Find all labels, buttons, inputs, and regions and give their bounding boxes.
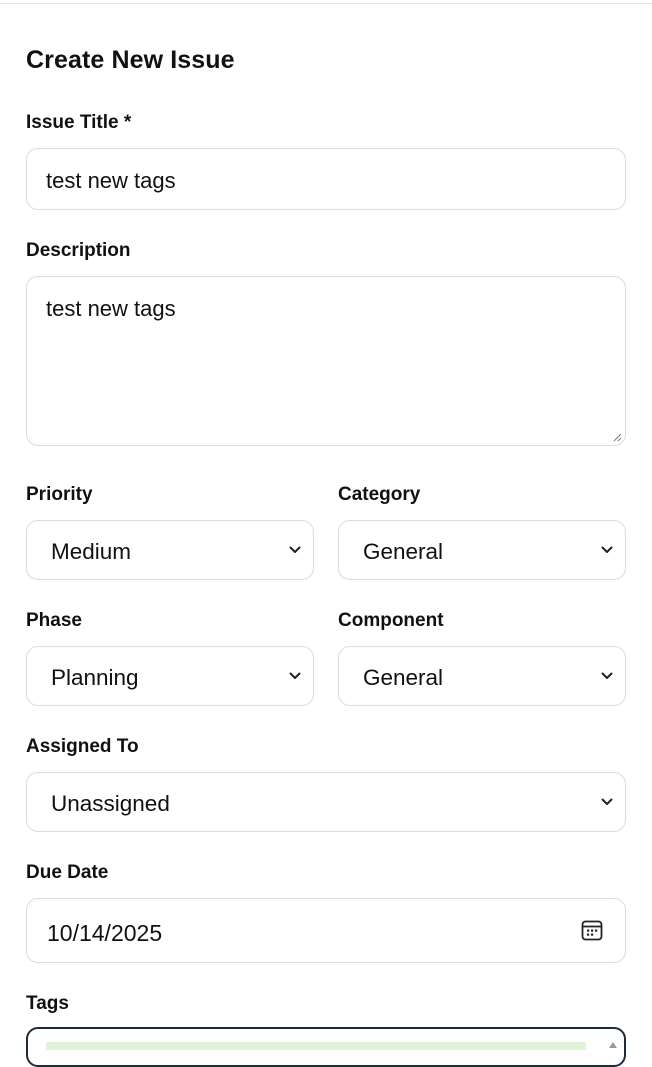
phase-select[interactable]: Planning — [26, 646, 314, 706]
phase-label: Phase — [26, 610, 82, 631]
assigned-to-select[interactable]: Unassigned — [26, 772, 626, 832]
due-date-value: 10/14/2025 — [47, 920, 163, 946]
chevron-down-icon — [601, 546, 613, 553]
issue-title-input[interactable]: test new tags — [26, 148, 626, 210]
priority-select[interactable]: Medium — [26, 520, 314, 580]
category-value: General — [363, 539, 444, 564]
description-label: Description — [26, 240, 131, 261]
description-value: test new tags — [46, 296, 176, 321]
resize-handle-icon[interactable] — [612, 432, 622, 442]
chevron-down-icon — [601, 798, 613, 805]
assigned-to-label: Assigned To — [26, 736, 139, 757]
issue-title-value: test new tags — [46, 168, 176, 193]
chevron-down-icon — [289, 546, 301, 553]
tag-list-highlight — [46, 1042, 586, 1050]
page-title: Create New Issue — [26, 46, 235, 74]
tags-input[interactable] — [26, 1027, 626, 1067]
top-divider — [0, 0, 652, 4]
component-select[interactable]: General — [338, 646, 626, 706]
priority-value: Medium — [51, 539, 132, 564]
component-value: General — [363, 665, 444, 690]
phase-value: Planning — [51, 665, 139, 690]
due-date-input[interactable]: 10/14/2025 — [26, 898, 626, 963]
component-label: Component — [338, 610, 444, 631]
category-select[interactable]: General — [338, 520, 626, 580]
chevron-down-icon — [601, 672, 613, 679]
due-date-label: Due Date — [26, 862, 109, 883]
assigned-to-value: Unassigned — [51, 791, 170, 816]
calendar-icon[interactable] — [581, 919, 603, 941]
issue-title-label: Issue Title * — [26, 112, 132, 133]
priority-label: Priority — [26, 484, 93, 505]
chevron-down-icon — [289, 672, 301, 679]
tags-label: Tags — [26, 993, 69, 1014]
description-textarea[interactable]: test new tags — [26, 276, 626, 446]
category-label: Category — [338, 484, 421, 505]
